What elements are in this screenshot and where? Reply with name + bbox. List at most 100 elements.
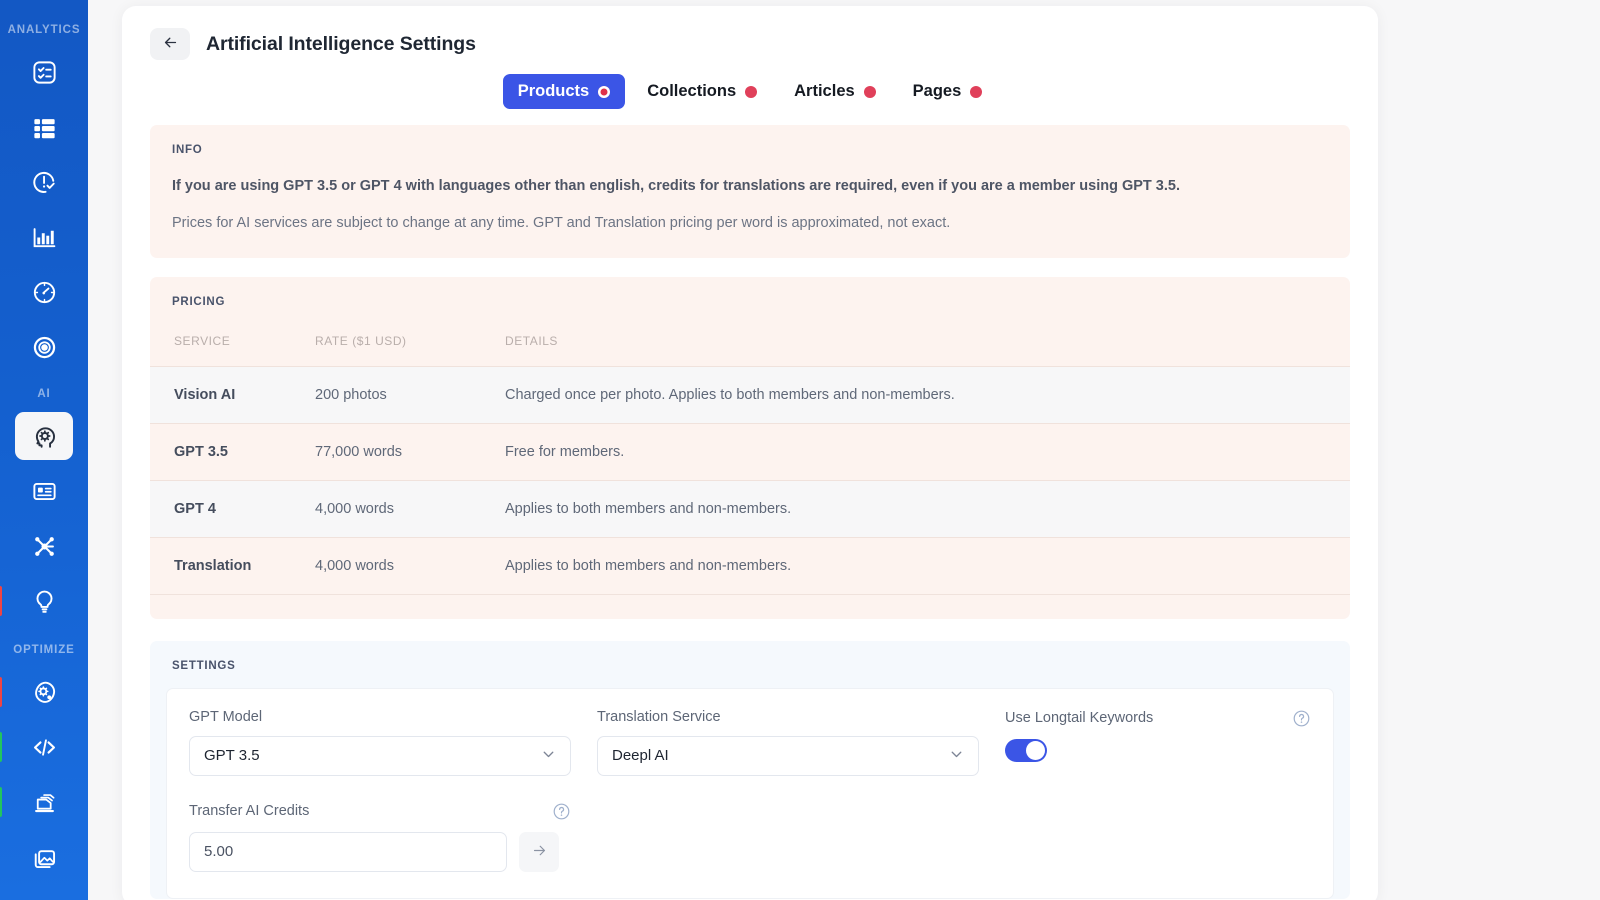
- table-header-row: SERVICE RATE ($1 USD) DETAILS: [150, 334, 1350, 367]
- column-header-details: DETAILS: [505, 333, 558, 348]
- label-text: Use Longtail Keywords: [1005, 710, 1154, 727]
- tab-status-dot: [598, 85, 611, 98]
- back-button[interactable]: [150, 28, 190, 60]
- cell-rate: 4,000 words: [315, 479, 505, 538]
- settings-panel: SETTINGS GPT Model GPT 3.5 Translation S…: [150, 640, 1350, 899]
- settings-panel-label: SETTINGS: [172, 659, 236, 672]
- sidebar-item-network-nodes[interactable]: [15, 522, 73, 570]
- tab-label: Products: [517, 82, 590, 100]
- cell-details: Applies to both members and non-members.: [505, 479, 1350, 538]
- sidebar-item-settings-blob[interactable]: [0, 668, 73, 716]
- help-icon[interactable]: [1292, 709, 1311, 728]
- table-row: GPT 3.5 77,000 words Free for members.: [150, 422, 1350, 481]
- cell-service: Vision AI: [150, 365, 315, 424]
- label-text: GPT Model: [189, 708, 263, 725]
- sidebar-item-image-stack[interactable]: [15, 833, 73, 881]
- target-icon: [31, 334, 58, 361]
- sidebar-marker-green: [0, 732, 2, 762]
- id-card-icon: [31, 478, 58, 505]
- info-panel: INFO If you are using GPT 3.5 or GPT 4 w…: [150, 125, 1350, 258]
- network-nodes-icon: [31, 533, 58, 560]
- field-use-longtail-keywords: Use Longtail Keywords: [1005, 709, 1311, 776]
- arrow-right-icon: [531, 842, 548, 862]
- tab-status-dot: [863, 85, 876, 98]
- stacked-pages-icon: [31, 789, 58, 816]
- sidebar: ANALYTICS AI OPTIMIZE: [0, 0, 88, 900]
- speedometer-icon: [31, 279, 58, 306]
- transfer-credits-input[interactable]: [189, 831, 507, 872]
- pricing-table-body: Vision AI 200 photos Charged once per ph…: [150, 365, 1350, 595]
- arrow-left-icon: [162, 34, 179, 54]
- info-primary-text: If you are using GPT 3.5 or GPT 4 with l…: [172, 178, 1180, 194]
- lightbulb-icon: [31, 588, 58, 615]
- list-rows-icon: [31, 114, 58, 141]
- tab-articles[interactable]: Articles: [779, 74, 891, 109]
- label-transfer-ai-credits: Transfer AI Credits: [189, 802, 571, 821]
- column-header-rate: RATE ($1 USD): [315, 333, 407, 348]
- sidebar-item-target[interactable]: [15, 323, 73, 371]
- cell-service: Translation: [150, 536, 315, 595]
- settings-fields-box: GPT Model GPT 3.5 Translation Service De…: [166, 687, 1334, 899]
- sidebar-item-stacked-pages[interactable]: [0, 778, 73, 826]
- sidebar-item-id-card[interactable]: [15, 467, 73, 515]
- info-secondary-text: Prices for AI services are subject to ch…: [172, 215, 951, 232]
- sidebar-group-label-analytics: ANALYTICS: [7, 24, 81, 36]
- settings-grid: GPT Model GPT 3.5 Translation Service De…: [189, 709, 1311, 872]
- table-row: Vision AI 200 photos Charged once per ph…: [150, 365, 1350, 424]
- image-stack-icon: [31, 844, 58, 871]
- cell-details: Charged once per photo. Applies to both …: [505, 365, 1350, 424]
- cell-rate: 77,000 words: [315, 422, 505, 481]
- info-panel-label: INFO: [172, 144, 203, 156]
- sidebar-marker-green: [0, 787, 2, 817]
- cell-service: GPT 3.5: [150, 422, 315, 481]
- help-icon[interactable]: [552, 802, 571, 821]
- ai-brain-gear-icon: [30, 422, 59, 451]
- sidebar-group-label-ai: AI: [37, 388, 51, 400]
- label-gpt-model: GPT Model: [189, 709, 571, 725]
- field-gpt-model: GPT Model GPT 3.5: [189, 709, 571, 776]
- sidebar-item-lightbulb[interactable]: [0, 577, 73, 625]
- settings-blob-icon: [31, 679, 58, 706]
- pricing-table: SERVICE RATE ($1 USD) DETAILS Vision AI …: [150, 334, 1350, 595]
- sidebar-group-label-optimize: OPTIMIZE: [13, 644, 75, 656]
- pricing-table-head: SERVICE RATE ($1 USD) DETAILS: [150, 334, 1350, 367]
- sidebar-item-checklist[interactable]: [15, 48, 73, 96]
- sidebar-item-alert-clock[interactable]: [15, 158, 73, 206]
- pricing-panel: PRICING SERVICE RATE ($1 USD) DETAILS Vi…: [150, 276, 1350, 619]
- page-title: Artificial Intelligence Settings: [206, 32, 476, 55]
- label-translation-service: Translation Service: [597, 709, 979, 725]
- cell-rate: 4,000 words: [315, 536, 505, 595]
- checklist-icon: [31, 59, 58, 86]
- chevron-down-icon: [540, 745, 557, 766]
- sidebar-item-list-rows[interactable]: [15, 103, 73, 151]
- sidebar-item-bar-chart[interactable]: [15, 213, 73, 261]
- toggle-knob: [1026, 740, 1045, 760]
- field-translation-service: Translation Service Deepl AI: [597, 709, 979, 776]
- cell-details: Applies to both members and non-members.: [505, 536, 1350, 595]
- tab-label: Pages: [912, 82, 962, 100]
- sidebar-item-speedometer[interactable]: [15, 268, 73, 316]
- field-transfer-ai-credits: Transfer AI Credits: [189, 802, 571, 872]
- transfer-credits-submit-button[interactable]: [519, 831, 559, 872]
- sidebar-item-ai-settings[interactable]: [15, 412, 73, 460]
- tab-products[interactable]: Products: [502, 74, 626, 109]
- tab-label: Articles: [794, 82, 855, 100]
- gpt-model-select[interactable]: GPT 3.5: [189, 735, 571, 776]
- tab-pages[interactable]: Pages: [898, 74, 998, 109]
- sidebar-item-code[interactable]: [0, 723, 73, 771]
- pricing-panel-label: PRICING: [172, 295, 226, 308]
- cell-service: GPT 4: [150, 479, 315, 538]
- sidebar-marker-red: [0, 586, 2, 616]
- label-text: Transfer AI Credits: [189, 803, 310, 820]
- transfer-credits-row: [189, 831, 571, 872]
- tab-collections[interactable]: Collections: [632, 74, 772, 109]
- chevron-down-icon: [948, 745, 965, 766]
- bar-chart-icon: [31, 224, 58, 251]
- translation-service-select[interactable]: Deepl AI: [597, 735, 979, 776]
- longtail-keywords-toggle[interactable]: [1005, 738, 1047, 762]
- table-row: GPT 4 4,000 words Applies to both member…: [150, 479, 1350, 538]
- label-use-longtail-keywords: Use Longtail Keywords: [1005, 709, 1311, 728]
- cell-details: Free for members.: [505, 422, 1350, 481]
- sidebar-marker-red: [0, 677, 2, 707]
- page-header: Artificial Intelligence Settings: [122, 6, 1378, 60]
